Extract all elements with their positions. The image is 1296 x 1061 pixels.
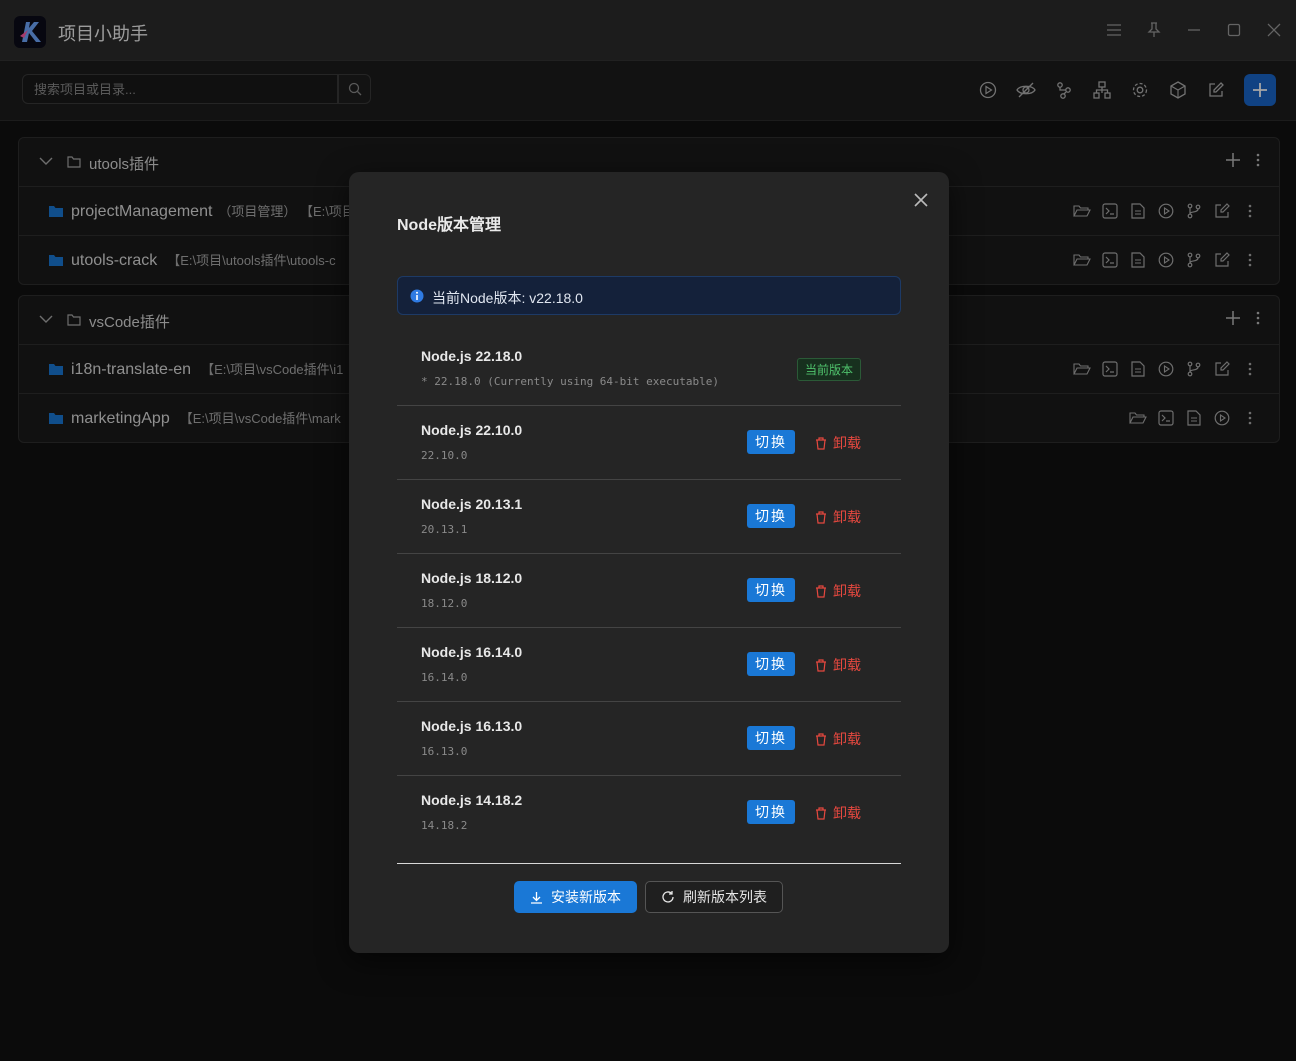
- uninstall-button[interactable]: 卸载: [815, 433, 861, 453]
- version-row: Node.js 18.12.0 18.12.0 切换 卸载: [397, 554, 901, 628]
- install-new-version-button[interactable]: 安装新版本: [514, 881, 637, 913]
- uninstall-label: 卸载: [833, 657, 861, 673]
- uninstall-button[interactable]: 卸载: [815, 655, 861, 675]
- uninstall-button[interactable]: 卸载: [815, 507, 861, 527]
- version-detail: 16.13.0: [421, 745, 468, 758]
- version-name: Node.js 16.14.0: [421, 644, 523, 660]
- trash-icon: [816, 584, 826, 598]
- version-detail: * 22.18.0 (Currently using 64-bit execut…: [421, 375, 720, 388]
- switch-button[interactable]: 切换: [747, 430, 795, 454]
- trash-icon: [816, 436, 826, 450]
- info-icon: [410, 289, 424, 308]
- version-row: Node.js 22.10.0 22.10.0 切换 卸载: [397, 406, 901, 480]
- install-label: 安装新版本: [551, 889, 621, 905]
- version-row: Node.js 16.14.0 16.14.0 切换 卸载: [397, 628, 901, 702]
- divider: [397, 863, 901, 864]
- version-detail: 16.14.0: [421, 671, 468, 684]
- version-row: Node.js 22.18.0 * 22.18.0 (Currently usi…: [397, 332, 901, 406]
- version-detail: 18.12.0: [421, 597, 468, 610]
- version-list: Node.js 22.18.0 * 22.18.0 (Currently usi…: [397, 332, 901, 849]
- trash-icon: [816, 732, 826, 746]
- version-name: Node.js 22.18.0: [421, 348, 523, 364]
- current-version-tag: 当前版本: [796, 358, 861, 381]
- switch-button[interactable]: 切换: [747, 800, 795, 824]
- refresh-version-list-button[interactable]: 刷新版本列表: [645, 881, 783, 913]
- refresh-icon: [662, 891, 674, 903]
- uninstall-label: 卸载: [833, 509, 861, 525]
- version-detail: 22.10.0: [421, 449, 468, 462]
- modal-title: Node版本管理: [397, 217, 502, 234]
- switch-button[interactable]: 切换: [747, 652, 795, 676]
- switch-button[interactable]: 切换: [747, 504, 795, 528]
- version-name: Node.js 18.12.0: [421, 570, 523, 586]
- uninstall-label: 卸载: [833, 583, 861, 599]
- version-name: Node.js 16.13.0: [421, 718, 523, 734]
- uninstall-button[interactable]: 卸载: [815, 729, 861, 749]
- node-version-modal: Node版本管理 当前Node版本: v22.18.0 Node.js 22.1…: [349, 172, 949, 953]
- uninstall-label: 卸载: [833, 805, 861, 821]
- switch-button[interactable]: 切换: [747, 578, 795, 602]
- version-name: Node.js 14.18.2: [421, 792, 523, 808]
- uninstall-button[interactable]: 卸载: [815, 581, 861, 601]
- current-version-alert: 当前Node版本: v22.18.0: [397, 276, 901, 315]
- version-name: Node.js 20.13.1: [421, 496, 523, 512]
- refresh-label: 刷新版本列表: [683, 889, 767, 905]
- trash-icon: [816, 806, 826, 820]
- trash-icon: [816, 658, 826, 672]
- switch-button[interactable]: 切换: [747, 726, 795, 750]
- current-version-text: 当前Node版本: v22.18.0: [432, 290, 583, 306]
- close-icon[interactable]: [911, 190, 931, 210]
- version-row: Node.js 20.13.1 20.13.1 切换 卸载: [397, 480, 901, 554]
- version-row: Node.js 14.18.2 14.18.2 切换 卸载: [397, 776, 901, 849]
- version-detail: 14.18.2: [421, 819, 468, 832]
- version-name: Node.js 22.10.0: [421, 422, 523, 438]
- download-icon: [531, 891, 542, 904]
- uninstall-button[interactable]: 卸载: [815, 803, 861, 823]
- uninstall-label: 卸载: [833, 435, 861, 451]
- uninstall-label: 卸载: [833, 731, 861, 747]
- version-row: Node.js 16.13.0 16.13.0 切换 卸载: [397, 702, 901, 776]
- version-detail: 20.13.1: [421, 523, 468, 536]
- trash-icon: [816, 510, 826, 524]
